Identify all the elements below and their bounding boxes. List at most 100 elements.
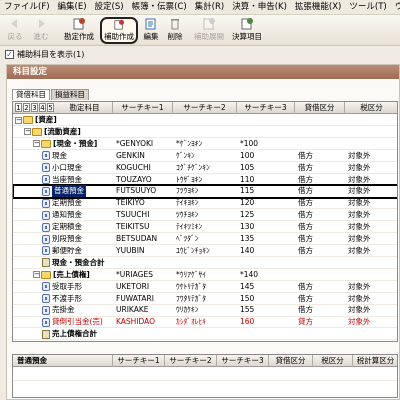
account-name-cell[interactable]: − [売上債権] bbox=[33, 269, 113, 281]
account-name-cell[interactable]: 貸倒引当金(売) bbox=[42, 316, 113, 328]
expand-button[interactable]: 補助展開 bbox=[190, 17, 228, 44]
table-row[interactable]: 別段預金 BETSUDAN ﾍﾞﾂﾀﾞﾝ 135 借方 対象外 bbox=[13, 233, 397, 246]
debit-credit-cell: 借方 bbox=[298, 281, 313, 291]
account-name-cell[interactable]: 売上債権合計 bbox=[42, 328, 113, 340]
account-name-cell[interactable]: 現金 bbox=[42, 150, 113, 162]
menu-item-1[interactable]: 編集(E) bbox=[54, 0, 91, 14]
detail-column-header-3[interactable]: 貸借区分 bbox=[269, 355, 313, 367]
table-row[interactable]: 受取手形 UKETORI ｳｹﾄﾘﾃｶﾞﾀ 145 借方 対象外 bbox=[13, 281, 397, 293]
account-name-cell[interactable]: 定期預金 bbox=[42, 197, 113, 209]
column-header-0[interactable]: 勘定科目 bbox=[57, 102, 113, 114]
settlement-button[interactable]: 決算項目 bbox=[228, 17, 266, 44]
menu-item-2[interactable]: 設定(S) bbox=[91, 0, 128, 14]
table-row[interactable]: 売上債権合計 bbox=[13, 328, 397, 341]
account-name: [売上債権] bbox=[53, 269, 90, 279]
debit-credit-cell: 借方 bbox=[298, 174, 313, 184]
account-name-cell[interactable]: 普通預金 bbox=[42, 185, 113, 198]
account-name-cell[interactable]: 受取手形 bbox=[42, 281, 113, 293]
detail-column-header-2[interactable]: サーチキー3 bbox=[217, 355, 269, 367]
account-name-cell[interactable]: 定期積金 bbox=[42, 221, 113, 233]
table-row[interactable]: − [売上債権] *URIAGES *ｳﾘｱｹﾞｻｲ *140 bbox=[13, 269, 397, 281]
tax-category-cell bbox=[348, 126, 397, 138]
collapse-toggle[interactable]: − bbox=[24, 128, 31, 136]
detail-column-header-4[interactable]: 税区分 bbox=[313, 355, 353, 367]
table-row[interactable]: 不渡手形 FUWATARI ﾌﾜﾀﾘﾃｶﾞﾀ 150 借方 対象外 bbox=[13, 293, 397, 305]
table-row[interactable]: 現金・預金合計 bbox=[13, 257, 397, 269]
table-row[interactable]: 当座預金 TOUZAYO ﾄｳｻﾞﾖｷﾝ 110 借方 対象外 bbox=[13, 174, 397, 186]
detail-column-header-5[interactable]: 税計算区分 bbox=[353, 355, 397, 367]
table-row[interactable]: − [資産] bbox=[13, 114, 397, 127]
table-row[interactable]: 郵便貯金 YUUBIN ﾕｳﾋﾞﾝﾁｮｷﾝ 140 借方 対象外 bbox=[13, 245, 397, 258]
menu-item-8[interactable]: ウィンドウ(W) bbox=[391, 0, 400, 14]
account-name-cell[interactable]: − [資産] bbox=[15, 114, 113, 126]
menu-item-5[interactable]: 決算・申告(K) bbox=[228, 0, 291, 14]
table-row-selected[interactable]: 普通預金 FUTSUUYO ﾌﾂｳﾖｷﾝ 115 借方 対象外 bbox=[13, 184, 397, 199]
account-name: 定期積金 bbox=[52, 222, 82, 232]
level-button-5[interactable]: 5 bbox=[47, 103, 54, 112]
menu-item-7[interactable]: ツール(T) bbox=[345, 0, 390, 14]
column-header-5[interactable]: 税区分 bbox=[345, 102, 397, 114]
table-row[interactable]: 小口現金 KOGUCHI ｺｸﾞﾁｹﾞﾝｷﾝ 105 借方 対象外 bbox=[13, 162, 397, 174]
show-sub-accounts-checkbox[interactable]: ✓ bbox=[5, 50, 14, 59]
table-row[interactable]: 定期預金 TEIKIYO ﾃｲｷﾖｷﾝ 120 借方 対象外 bbox=[13, 197, 397, 210]
search-key-3-cell bbox=[240, 257, 295, 269]
account-name-cell[interactable]: − [現金・預金] bbox=[33, 138, 113, 150]
account-icon bbox=[42, 175, 50, 184]
table-row[interactable]: 貸倒引当金(売) KASHIDAO ｶｼﾀﾞｵﾚﾋｷ 160 貸方 対象外 bbox=[13, 316, 397, 329]
menu-item-0[interactable]: ファイル(F) bbox=[0, 0, 54, 14]
column-header-2[interactable]: サーチキー2 bbox=[173, 102, 237, 114]
table-row[interactable]: − [現金・預金] *GENYOKI *ｹﾞﾝﾖｷﾝ *100 bbox=[13, 138, 397, 150]
collapse-toggle[interactable]: − bbox=[33, 271, 40, 279]
column-header-4[interactable]: 貸借区分 bbox=[295, 102, 345, 114]
menu-item-6[interactable]: 拡張機能(X) bbox=[291, 0, 345, 14]
column-header-1[interactable]: サーチキー1 bbox=[113, 102, 173, 114]
account-name-cell[interactable]: 売掛金 bbox=[42, 304, 113, 316]
search-key-3-cell: *100 bbox=[240, 138, 259, 148]
menu-item-3[interactable]: 帳簿・伝票(C) bbox=[128, 0, 191, 14]
search-key-3-cell: 105 bbox=[240, 162, 255, 172]
account-name-cell[interactable]: 小口現金 bbox=[42, 162, 113, 174]
search-key-3-cell: 150 bbox=[240, 293, 255, 303]
level-button-3[interactable]: 3 bbox=[31, 103, 38, 112]
detail-grid-row[interactable] bbox=[13, 367, 397, 381]
tax-category-cell bbox=[348, 328, 397, 340]
show-sub-accounts-label[interactable]: 補助科目を表示(1) bbox=[17, 49, 84, 60]
collapse-toggle[interactable]: − bbox=[33, 140, 40, 148]
detail-column-header-1[interactable]: サーチキー2 bbox=[165, 355, 217, 367]
menu-item-4[interactable]: 集計(R) bbox=[191, 0, 229, 14]
account-name-cell[interactable]: 別段預金 bbox=[42, 233, 113, 245]
tab-profit-loss-accounts[interactable]: 損益科目 bbox=[51, 89, 89, 100]
table-row[interactable]: 現金 GENKIN ｹﾞﾝｷﾝ 100 借方 対象外 bbox=[13, 150, 397, 162]
delete-button[interactable]: 削除 bbox=[164, 17, 186, 44]
account-icon bbox=[42, 234, 50, 244]
back-icon bbox=[11, 19, 17, 28]
search-key-2-cell bbox=[176, 126, 237, 138]
level-button-4[interactable]: 4 bbox=[39, 103, 46, 112]
account-create-button[interactable]: 勘定作成 bbox=[60, 17, 98, 44]
debit-credit-cell: 借方 bbox=[298, 150, 313, 160]
table-row[interactable]: 定期積金 TEIKITSU ﾃｲｷﾂﾐｷﾝ 130 借方 対象外 bbox=[13, 221, 397, 234]
collapse-toggle[interactable]: − bbox=[15, 116, 22, 124]
account-name-cell[interactable]: 現金・預金合計 bbox=[42, 257, 113, 269]
table-row[interactable]: 通知預金 TSUUCHI ﾂｳﾁﾖｷﾝ 125 借方 対象外 bbox=[13, 209, 397, 222]
edit-button[interactable]: 編集 bbox=[140, 17, 162, 44]
tab-balance-accounts[interactable]: 貸借科目 bbox=[12, 89, 50, 100]
table-row[interactable]: 売掛金 URIKAKE ｳﾘｶｹｷﾝ 155 借方 対象外 bbox=[13, 304, 397, 317]
level-button-2[interactable]: 2 bbox=[23, 103, 30, 112]
table-row[interactable]: − [流動資産] bbox=[13, 126, 397, 139]
account-name-cell[interactable]: 不渡手形 bbox=[42, 293, 113, 305]
level-button-1[interactable]: 1 bbox=[15, 103, 22, 112]
account-name-cell[interactable]: 郵便貯金 bbox=[42, 245, 113, 257]
column-header-3[interactable]: サーチキー3 bbox=[237, 102, 295, 114]
account-name-cell[interactable]: 当座預金 bbox=[42, 174, 113, 186]
sub-account-create-button[interactable]: 補助作成 bbox=[100, 17, 138, 44]
forward-button-label: 進む bbox=[33, 32, 49, 41]
account-name: 別段預金 bbox=[52, 234, 82, 243]
account-name-cell[interactable]: − [流動資産] bbox=[24, 126, 113, 138]
forward-button[interactable]: 進む bbox=[30, 17, 52, 44]
search-key-1-cell: TSUUCHI bbox=[116, 210, 150, 220]
debit-credit-cell: 借方 bbox=[298, 210, 313, 220]
account-name-cell[interactable]: 通知預金 bbox=[42, 209, 113, 221]
back-button[interactable]: 戻る bbox=[4, 17, 26, 44]
detail-column-header-0[interactable]: サーチキー1 bbox=[113, 355, 165, 367]
